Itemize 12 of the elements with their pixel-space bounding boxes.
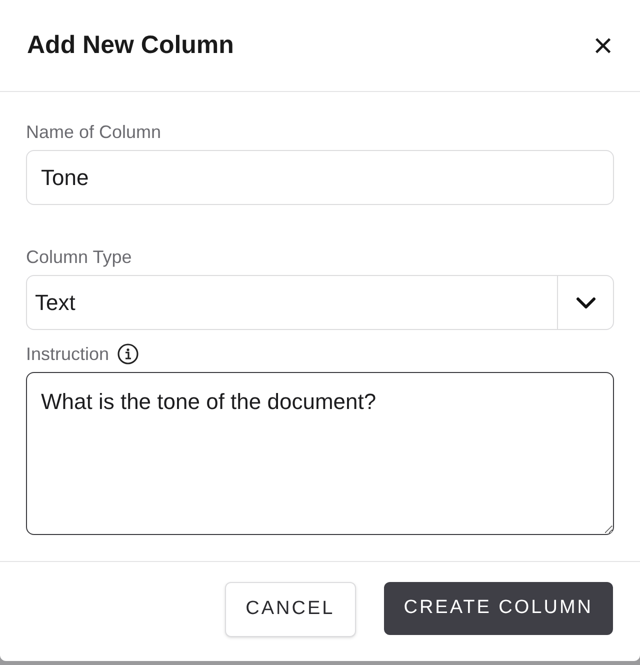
- field-label: Column Type: [26, 246, 132, 269]
- create-column-button[interactable]: CREATE COLUMN: [384, 582, 613, 635]
- cancel-button[interactable]: CANCEL: [224, 582, 356, 637]
- chevron-down-icon: [576, 296, 596, 308]
- column-type-select[interactable]: Text: [26, 275, 614, 330]
- field-label: Instruction: [26, 343, 110, 366]
- field-label: Name of Column: [26, 121, 162, 144]
- info-icon[interactable]: [117, 343, 140, 365]
- instruction-field[interactable]: What is the tone of the document?: [26, 372, 614, 535]
- dialog-title: Add New Column: [27, 30, 234, 61]
- column-name-field[interactable]: Tone: [26, 150, 614, 205]
- close-button[interactable]: ×: [593, 28, 613, 62]
